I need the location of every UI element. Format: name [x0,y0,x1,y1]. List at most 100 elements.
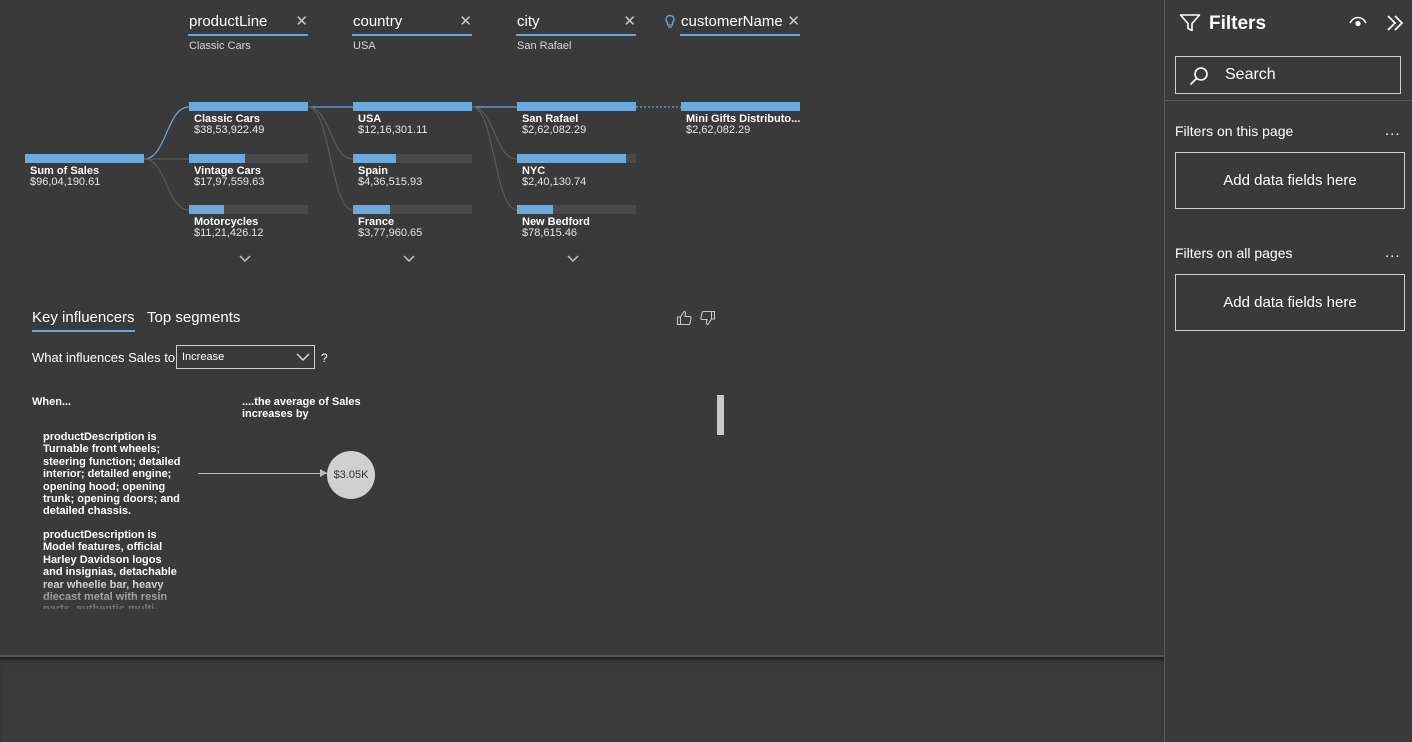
tree-link [471,106,518,160]
node-bar-fill [353,205,390,214]
dropdown-selected-value: Increase [182,351,225,363]
node-bar-fill [517,205,553,214]
tree-node[interactable]: Mini Gifts Distributo... $2,62,082.29 [681,102,800,136]
tree-node[interactable]: Motorcycles $11,21,426.12 [189,205,308,239]
level-header-productline[interactable]: productLine ✕ Classic Cars [188,12,308,52]
node-value: $96,04,190.61 [30,176,101,188]
more-options-icon[interactable]: ... [1385,122,1401,139]
eye-icon[interactable] [1349,15,1367,29]
column-header-when: When... [32,396,72,408]
level-selected-value: USA [353,40,376,52]
node-value: $11,21,426.12 [194,227,264,239]
level-field-label: city [516,12,636,36]
node-bar-fill [189,102,308,111]
filters-title: Filters [1209,13,1267,34]
tree-node[interactable]: San Rafael $2,62,082.29 [517,102,636,136]
influence-direction-dropdown[interactable]: Increase [176,345,315,369]
tree-link [307,106,354,211]
filters-pane: Filters Search Filters on this page ... … [1164,0,1412,742]
tree-node[interactable]: USA $12,16,301.11 [353,102,472,136]
question-suffix: ? [321,351,328,365]
node-bar-fill [189,154,245,163]
search-icon [1189,67,1208,86]
node-value: $2,40,130.74 [522,176,587,188]
filters-on-all-pages-heading: Filters on all pages [1175,245,1293,261]
node-bar-fill [517,154,627,163]
tree-node[interactable]: New Bedford $78,615.46 [517,205,636,239]
filters-search-box[interactable]: Search [1175,56,1401,94]
level-header-city[interactable]: city ✕ San Rafael [516,12,636,52]
level-field-label: country [352,12,472,36]
tree-link [307,106,354,160]
node-bar [517,154,636,163]
node-bar-fill [25,154,144,163]
tree-node[interactable]: Classic Cars $38,53,922.49 [189,102,308,136]
level-field-label: productLine [188,12,308,36]
close-icon[interactable]: ✕ [459,14,472,30]
chevron-down-icon[interactable] [403,253,415,265]
level-selected-value: San Rafael [517,40,572,52]
node-bar [353,154,472,163]
node-bar-fill [189,205,224,214]
node-bar [25,154,144,163]
node-bar [353,102,472,111]
node-value: $17,97,559.63 [194,176,265,188]
node-bar [189,102,308,111]
influencer-scrollbar[interactable] [717,395,724,435]
filters-on-all-pages-drop-well[interactable]: Add data fields here [1175,274,1405,331]
level-header-country[interactable]: country ✕ USA [352,12,472,52]
filter-funnel-icon [1179,14,1201,32]
node-value: $38,53,922.49 [194,124,265,136]
node-value: $3,77,960.65 [358,227,423,239]
node-value: $4,36,515.93 [358,176,423,188]
close-icon[interactable]: ✕ [787,14,800,30]
report-canvas: productLine ✕ Classic Cars country ✕ USA… [0,0,1164,655]
node-bar [517,205,636,214]
ai-split-lightbulb-icon [665,14,675,28]
filters-on-page-heading: Filters on this page [1175,123,1294,139]
influencer-item[interactable]: productDescription is Model features, of… [43,529,183,609]
tree-node[interactable]: Spain $4,36,515.93 [353,154,472,188]
thumbs-down-icon[interactable] [699,310,716,326]
more-options-icon[interactable]: ... [1385,244,1401,261]
thumbs-up-icon[interactable] [676,310,693,326]
node-value: $78,615.46 [522,227,578,239]
influencer-impact-bubble[interactable]: $3.05K [327,451,375,499]
column-header-average: ....the average of Sales increases by [242,396,361,420]
influencer-item[interactable]: productDescription is Turnable front whe… [43,431,183,518]
tree-node[interactable]: NYC $2,40,130.74 [517,154,636,188]
node-value: $12,16,301.11 [358,124,428,136]
influencer-arrow [198,473,328,474]
filters-on-page-drop-well[interactable]: Add data fields here [1175,152,1405,209]
level-header-customername[interactable]: customerName ✕ [680,12,800,36]
close-icon[interactable]: ✕ [295,14,308,30]
tab-top-segments[interactable]: Top segments [147,309,240,326]
node-bar [189,154,308,163]
chevron-down-icon[interactable] [567,253,579,265]
node-bar [681,102,800,111]
level-field-label: customerName [680,12,800,36]
tree-node-root[interactable]: Sum of Sales $96,04,190.61 [25,154,144,188]
collapse-pane-icon[interactable] [1385,13,1405,33]
chevron-down-icon[interactable] [239,253,251,265]
influence-question-label: What influences Sales to [32,350,176,365]
tree-node[interactable]: Vintage Cars $17,97,559.63 [189,154,308,188]
chevron-down-icon [296,353,310,361]
search-label: Search [1225,66,1276,83]
node-bar-fill [353,102,472,111]
level-selected-value: Classic Cars [189,40,251,52]
tree-node[interactable]: France $3,77,960.65 [353,205,472,239]
influencer-arrowhead [320,469,327,477]
tab-key-influencers[interactable]: Key influencers [32,309,135,332]
node-bar-fill [681,102,800,111]
node-bar-fill [517,102,636,111]
tree-link [143,158,190,211]
node-bar [189,205,308,214]
report-page-footer-area [0,655,1164,742]
close-icon[interactable]: ✕ [623,14,636,30]
node-value: $2,62,082.29 [522,124,587,136]
node-bar [517,102,636,111]
divider [1165,100,1412,101]
node-value: $2,62,082.29 [686,124,751,136]
node-bar-fill [353,154,396,163]
